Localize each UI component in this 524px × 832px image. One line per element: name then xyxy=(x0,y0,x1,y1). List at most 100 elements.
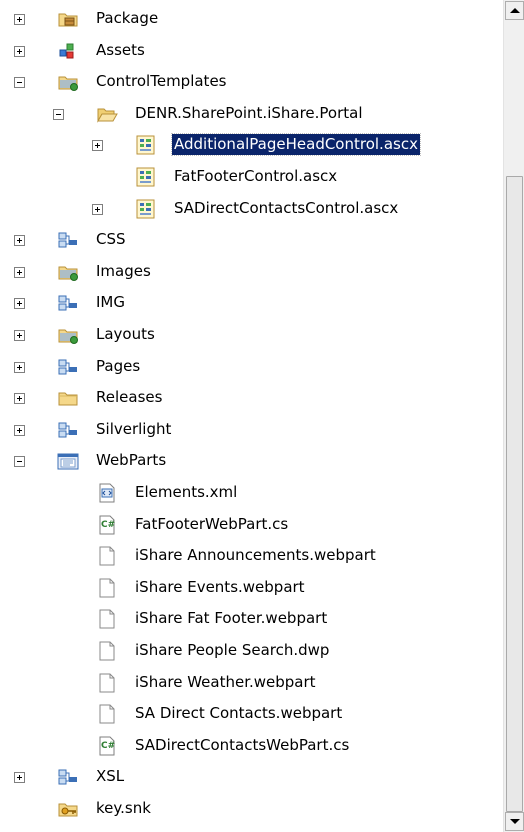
tree-row[interactable]: ControlTemplates xyxy=(0,69,502,95)
vertical-scrollbar[interactable] xyxy=(503,0,524,832)
tree-row[interactable]: Package xyxy=(0,6,502,32)
tree-row[interactable]: SA Direct Contacts.webpart xyxy=(0,701,502,727)
tree-item-label[interactable]: iShare Fat Footer.webpart xyxy=(133,608,329,629)
tree-row[interactable]: Releases xyxy=(0,385,502,411)
xml-file-icon xyxy=(96,483,118,503)
tree-item-label[interactable]: iShare Weather.webpart xyxy=(133,672,318,693)
folder-icon xyxy=(57,388,79,408)
document-icon xyxy=(96,578,118,598)
svg-text:C#: C# xyxy=(101,520,115,530)
ascx-file-icon xyxy=(135,135,157,155)
expand-icon[interactable] xyxy=(14,235,25,247)
tree-item-label[interactable]: Images xyxy=(94,261,153,282)
tree-item-label[interactable]: FatFooterWebPart.cs xyxy=(133,514,290,535)
tree-item-label[interactable]: iShare People Search.dwp xyxy=(133,640,331,661)
tree-row[interactable]: Images xyxy=(0,259,502,285)
csharp-file-icon: C# xyxy=(96,515,118,535)
tree-item-label[interactable]: CSS xyxy=(94,229,128,250)
tree-row[interactable]: IMG xyxy=(0,290,502,316)
expand-icon[interactable] xyxy=(14,361,25,373)
tree-row[interactable]: Assets xyxy=(0,38,502,64)
expand-icon[interactable] xyxy=(92,203,103,215)
collapse-icon[interactable] xyxy=(53,108,64,120)
tree-item-label[interactable]: Layouts xyxy=(94,324,157,345)
tree-row[interactable]: Pages xyxy=(0,354,502,380)
tree-row[interactable]: iShare People Search.dwp xyxy=(0,638,502,664)
document-icon xyxy=(96,641,118,661)
mapped-folder-icon xyxy=(57,357,79,377)
tree-item-label[interactable]: FatFooterControl.ascx xyxy=(172,166,339,187)
key-file-icon xyxy=(57,799,79,819)
tree-item-label[interactable]: DENR.SharePoint.iShare.Portal xyxy=(133,103,365,124)
webparts-icon xyxy=(57,451,79,471)
tree-item-label[interactable]: Elements.xml xyxy=(133,482,239,503)
csharp-file-icon: C# xyxy=(96,736,118,756)
tree-row[interactable]: FatFooterControl.ascx xyxy=(0,164,502,190)
assets-icon xyxy=(57,41,79,61)
expand-icon[interactable] xyxy=(14,266,25,278)
document-icon xyxy=(96,704,118,724)
document-icon xyxy=(96,673,118,693)
tree-row[interactable]: iShare Weather.webpart xyxy=(0,670,502,696)
mapped-folder-icon xyxy=(57,230,79,250)
tree-row[interactable]: WebParts xyxy=(0,448,502,474)
expand-icon[interactable] xyxy=(14,330,25,341)
tree-row[interactable]: C# FatFooterWebPart.cs xyxy=(0,512,502,538)
package-icon xyxy=(57,9,79,29)
tree-row[interactable]: AdditionalPageHeadControl.ascx xyxy=(0,132,502,158)
tree-item-label[interactable]: iShare Announcements.webpart xyxy=(133,545,378,566)
tree-item-label[interactable]: AdditionalPageHeadControl.ascx xyxy=(171,133,421,157)
scroll-down-button[interactable] xyxy=(505,812,524,831)
tree-item-label[interactable]: key.snk xyxy=(94,798,153,819)
special-folder-icon xyxy=(57,325,79,345)
scroll-up-button[interactable] xyxy=(505,1,524,20)
tree-item-label[interactable]: Releases xyxy=(94,387,164,408)
collapse-icon[interactable] xyxy=(14,456,25,468)
ascx-file-icon xyxy=(135,167,157,187)
mapped-folder-icon xyxy=(57,293,79,313)
solution-tree[interactable]: Package Assets ControlTemplates DENR.ShareP… xyxy=(0,0,502,832)
tree-item-label[interactable]: Silverlight xyxy=(94,419,173,440)
tree-item-label[interactable]: XSL xyxy=(94,766,126,787)
collapse-icon[interactable] xyxy=(14,77,25,89)
tree-item-label[interactable]: SA Direct Contacts.webpart xyxy=(133,703,344,724)
tree-item-label[interactable]: Pages xyxy=(94,356,142,377)
tree-row[interactable]: iShare Fat Footer.webpart xyxy=(0,606,502,632)
tree-item-label[interactable]: ControlTemplates xyxy=(94,71,228,92)
tree-row[interactable]: DENR.SharePoint.iShare.Portal xyxy=(0,101,502,127)
tree-row[interactable]: Layouts xyxy=(0,322,502,348)
tree-row[interactable]: XSL xyxy=(0,764,502,790)
expand-icon[interactable] xyxy=(14,298,25,310)
tree-item-label[interactable]: SADirectContactsControl.ascx xyxy=(172,198,400,219)
tree-row[interactable]: key.snk xyxy=(0,796,502,822)
mapped-folder-icon xyxy=(57,767,79,787)
ascx-file-icon xyxy=(135,199,157,219)
tree-row[interactable]: iShare Events.webpart xyxy=(0,575,502,601)
tree-row[interactable]: SADirectContactsControl.ascx xyxy=(0,196,502,222)
expand-icon[interactable] xyxy=(14,393,25,405)
scroll-thumb[interactable] xyxy=(506,176,523,812)
document-icon xyxy=(96,609,118,629)
expand-icon[interactable] xyxy=(92,140,103,152)
tree-item-label[interactable]: Package xyxy=(94,8,160,29)
arrow-up-icon xyxy=(510,8,520,13)
tree-row[interactable]: iShare Announcements.webpart xyxy=(0,543,502,569)
document-icon xyxy=(96,546,118,566)
tree-row[interactable]: C# SADirectContactsWebPart.cs xyxy=(0,733,502,759)
svg-text:C#: C# xyxy=(101,741,115,751)
expand-icon[interactable] xyxy=(14,772,25,784)
tree-row[interactable]: Elements.xml xyxy=(0,480,502,506)
expand-icon[interactable] xyxy=(14,45,25,57)
tree-row[interactable]: Silverlight xyxy=(0,417,502,443)
expand-icon[interactable] xyxy=(14,424,25,436)
expand-icon[interactable] xyxy=(14,14,25,25)
tree-item-label[interactable]: SADirectContactsWebPart.cs xyxy=(133,735,351,756)
mapped-folder-icon xyxy=(57,420,79,440)
tree-item-label[interactable]: IMG xyxy=(94,292,127,313)
tree-item-label[interactable]: iShare Events.webpart xyxy=(133,577,307,598)
tree-item-label[interactable]: WebParts xyxy=(94,450,168,471)
folder-open-icon xyxy=(96,104,118,124)
tree-item-label[interactable]: Assets xyxy=(94,40,147,61)
arrow-down-icon xyxy=(510,819,520,824)
tree-row[interactable]: CSS xyxy=(0,227,502,253)
